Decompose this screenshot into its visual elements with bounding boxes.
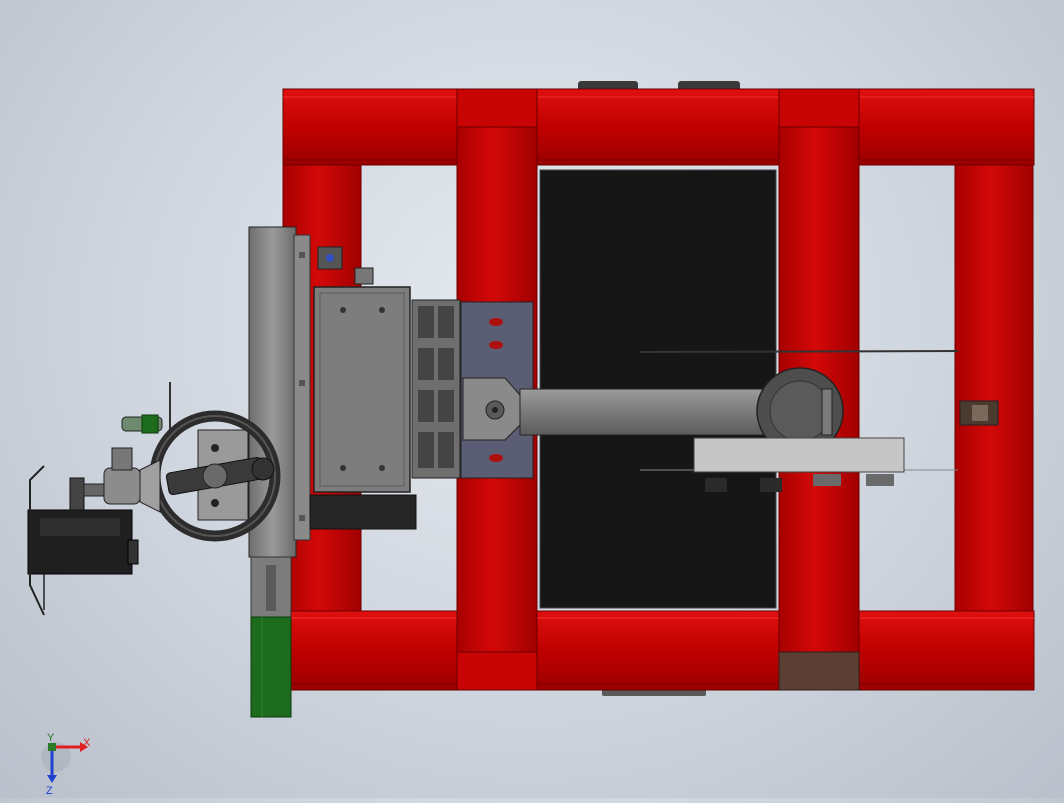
green-rail — [250, 616, 292, 718]
z-axis-label: Z — [46, 785, 53, 797]
frame-top-beam — [282, 88, 1035, 166]
cad-model-drawing: X Y Z — [27, 81, 1035, 797]
thin-rod-upper — [639, 350, 959, 353]
cad-viewport[interactable]: X Y Z — [0, 0, 1064, 798]
vertical-column — [248, 226, 297, 558]
axis-triad: X Y Z — [41, 732, 91, 797]
frame-right-bar — [954, 159, 1034, 617]
brown-pad — [778, 651, 860, 691]
y-axis-marker — [48, 743, 56, 751]
motor-housing-box — [313, 286, 411, 493]
light-plate — [693, 437, 905, 473]
lower-dark-block — [309, 494, 417, 530]
clamp-bearing — [103, 467, 141, 505]
x-axis-label: X — [83, 737, 91, 749]
aluminum-extrusion — [411, 299, 461, 479]
y-axis-label: Y — [47, 732, 55, 744]
frame-bottom-beam — [282, 610, 1035, 691]
wheel-knob — [251, 457, 275, 481]
